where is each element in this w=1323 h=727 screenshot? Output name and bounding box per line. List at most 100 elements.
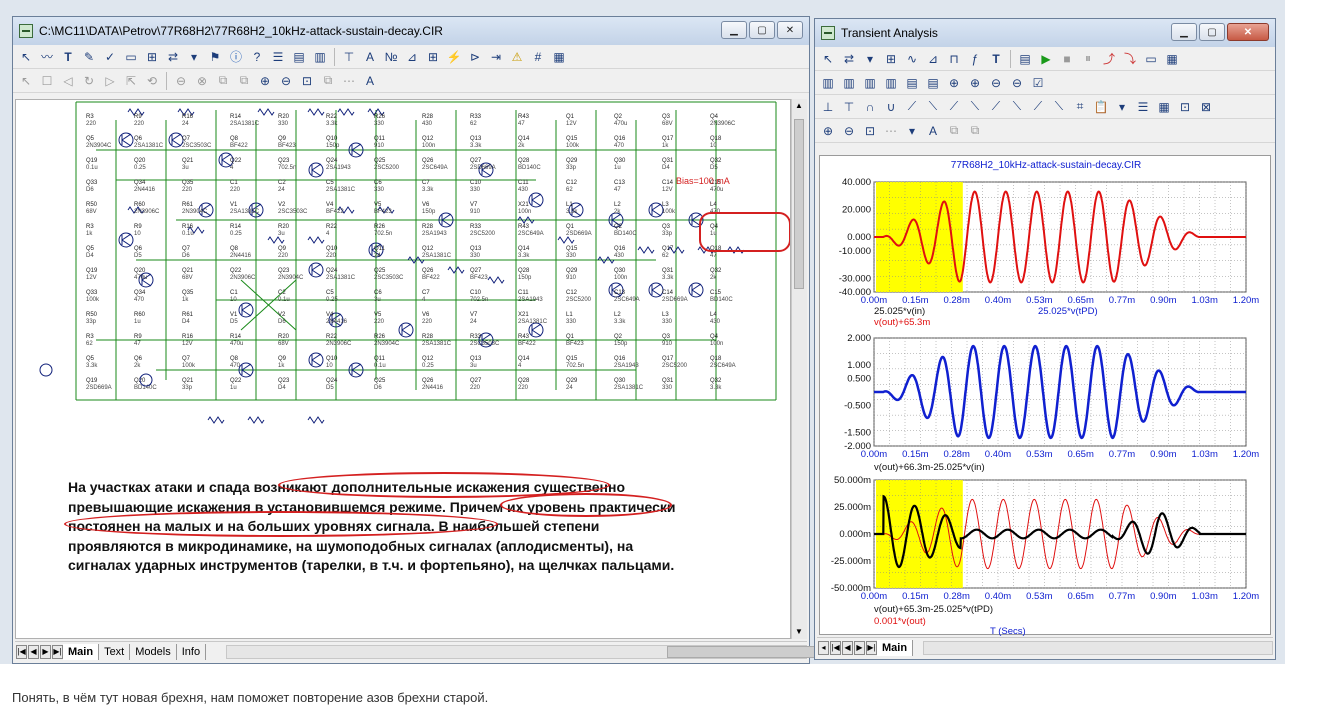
t-table-icon[interactable]: ▦ bbox=[1155, 98, 1173, 116]
t-zoom-icon-2[interactable]: ⊕ bbox=[966, 74, 984, 92]
transient-minimize-button[interactable]: ▁ bbox=[1171, 23, 1197, 41]
t-func-icon[interactable]: ƒ bbox=[966, 50, 984, 68]
t-import-icon[interactable]: ⤵ bbox=[1121, 50, 1139, 68]
pin-icon[interactable]: ⊤ bbox=[340, 48, 358, 66]
grid-text-icon[interactable]: ▤ bbox=[290, 48, 308, 66]
t-valley-icon[interactable]: ∪ bbox=[882, 98, 900, 116]
hierarchy-icon[interactable]: ⇄ bbox=[164, 48, 182, 66]
mirror-icon[interactable]: ◁ bbox=[59, 72, 77, 90]
t-col-icon-4[interactable]: ▥ bbox=[882, 74, 900, 92]
schematic-titlebar[interactable]: C:\MC11\DATA\Petrov\77R68H2\77R68H2_10kH… bbox=[13, 17, 809, 45]
box-icon[interactable]: ☐ bbox=[38, 72, 56, 90]
t-list-icon[interactable]: ☰ bbox=[1134, 98, 1152, 116]
first-tab-button[interactable]: |◀ bbox=[16, 644, 27, 659]
t-hierarchy-icon[interactable]: ⇄ bbox=[840, 50, 858, 68]
cancel-icon[interactable]: ⊗ bbox=[193, 72, 211, 90]
transient-maximize-button[interactable]: ▢ bbox=[1199, 23, 1225, 41]
t-check-icon[interactable]: ☑ bbox=[1029, 74, 1047, 92]
t-slope-icon-4[interactable]: ⟍ bbox=[966, 98, 984, 116]
flag-icon[interactable]: ⚑ bbox=[206, 48, 224, 66]
schematic-horizontal-scrollbar[interactable] bbox=[226, 644, 878, 659]
t-slope-icon-2[interactable]: ⟍ bbox=[924, 98, 942, 116]
step-icon[interactable]: ⇱ bbox=[122, 72, 140, 90]
page-icon[interactable]: ▥ bbox=[311, 48, 329, 66]
tab-text[interactable]: Text bbox=[99, 643, 131, 660]
t-last-tab-button[interactable]: ▶| bbox=[866, 640, 877, 655]
close-button[interactable]: ✕ bbox=[777, 21, 803, 39]
text-tool-icon[interactable]: T bbox=[59, 48, 77, 66]
t-copy-icon[interactable]: ⧉ bbox=[945, 122, 963, 140]
tab-main[interactable]: Main bbox=[63, 643, 100, 660]
copy-icon[interactable]: ⧉ bbox=[214, 72, 232, 90]
pin-connections-icon[interactable]: ⇥ bbox=[487, 48, 505, 66]
zoom-out-icon[interactable]: ⊖ bbox=[277, 72, 295, 90]
tab-info[interactable]: Info bbox=[177, 643, 207, 660]
t-row-icon-2[interactable]: ▤ bbox=[924, 74, 942, 92]
t-first-tab-button[interactable]: |◀ bbox=[830, 640, 841, 655]
node-numbers-icon[interactable]: № bbox=[382, 48, 400, 66]
maximize-button[interactable]: ▢ bbox=[749, 21, 775, 39]
flip-icon[interactable]: ▷ bbox=[101, 72, 119, 90]
t-slope-icon-1[interactable]: ⟋ bbox=[903, 98, 921, 116]
t-fit-icon[interactable]: ⊡ bbox=[1176, 98, 1194, 116]
schematic-canvas[interactable]: R3 220 R9 220 R16 24 R14 2SA1381C R20 330 R22 3.3k R… bbox=[15, 99, 791, 639]
t-next-tab-button[interactable]: ▶ bbox=[854, 640, 865, 655]
t-export-icon[interactable]: ⤴ bbox=[1100, 50, 1118, 68]
t-zoomfit-icon[interactable]: ⊡ bbox=[861, 122, 879, 140]
t-prev-tab-button[interactable]: ◀ bbox=[842, 640, 853, 655]
t-col-icon-3[interactable]: ▥ bbox=[861, 74, 879, 92]
t-zoomin-icon[interactable]: ⊕ bbox=[819, 122, 837, 140]
t-zoom-icon-3[interactable]: ⊖ bbox=[987, 74, 1005, 92]
dots-icon[interactable]: ⋯ bbox=[340, 72, 358, 90]
t-dropdown-icon[interactable]: ▾ bbox=[861, 50, 879, 68]
t-slope-icon-7[interactable]: ⟋ bbox=[1029, 98, 1047, 116]
power-icon[interactable]: ⚡ bbox=[445, 48, 463, 66]
t-zoom-icon-1[interactable]: ⊕ bbox=[945, 74, 963, 92]
info-icon[interactable]: ⓘ bbox=[227, 48, 245, 66]
t-font-icon[interactable]: A bbox=[924, 122, 942, 140]
t-waveform-icon[interactable]: ∿ bbox=[903, 50, 921, 68]
t-window-icon[interactable]: ▭ bbox=[1142, 50, 1160, 68]
currents-icon[interactable]: ⊞ bbox=[424, 48, 442, 66]
attributes-icon[interactable]: ☰ bbox=[269, 48, 287, 66]
t-peak-icon-2[interactable]: ⊤ bbox=[840, 98, 858, 116]
rotate-icon[interactable]: ↻ bbox=[80, 72, 98, 90]
transient-close-button[interactable]: ✕ bbox=[1227, 23, 1269, 41]
minimize-button[interactable]: ▁ bbox=[721, 21, 747, 39]
text-attr-icon[interactable]: A bbox=[361, 48, 379, 66]
t-tab-main[interactable]: Main bbox=[877, 639, 914, 656]
zoom-in-icon[interactable]: ⊕ bbox=[256, 72, 274, 90]
t-zoomout-icon[interactable]: ⊖ bbox=[840, 122, 858, 140]
t-scope-icon[interactable]: ⊞ bbox=[882, 50, 900, 68]
t-dropdown2-icon[interactable]: ▾ bbox=[1113, 98, 1131, 116]
t-col-icon-1[interactable]: ▥ bbox=[819, 74, 837, 92]
wire-icon[interactable]: 〰 bbox=[38, 48, 56, 66]
t-props-icon[interactable]: ▤ bbox=[1016, 50, 1034, 68]
bus-icon[interactable]: ⊞ bbox=[143, 48, 161, 66]
help-icon[interactable]: ? bbox=[248, 48, 266, 66]
t-col-icon-2[interactable]: ▥ bbox=[840, 74, 858, 92]
t-slope-icon-5[interactable]: ⟋ bbox=[987, 98, 1005, 116]
condition-icon[interactable]: ⊳ bbox=[466, 48, 484, 66]
next-tab-button[interactable]: ▶ bbox=[40, 644, 51, 659]
font-icon[interactable]: A bbox=[361, 72, 379, 90]
grid-icon[interactable]: # bbox=[529, 48, 547, 66]
transient-titlebar[interactable]: Transient Analysis ▁ ▢ ✕ bbox=[815, 19, 1275, 47]
t-fft-icon[interactable]: ⊿ bbox=[924, 50, 942, 68]
title-icon[interactable]: ▦ bbox=[550, 48, 568, 66]
t-clipboard-icon[interactable]: 📋 bbox=[1092, 98, 1110, 116]
component-icon[interactable]: ▭ bbox=[122, 48, 140, 66]
t-select-icon[interactable]: ↖ bbox=[819, 50, 837, 68]
tab-models[interactable]: Models bbox=[130, 643, 177, 660]
t-run-icon[interactable]: ▶ bbox=[1037, 50, 1055, 68]
last-tab-button[interactable]: ▶| bbox=[52, 644, 63, 659]
pencil-icon[interactable]: ✎ bbox=[80, 48, 98, 66]
zoom-fit-icon[interactable]: ⊡ bbox=[298, 72, 316, 90]
layers-icon[interactable]: ⧉ bbox=[319, 72, 337, 90]
t-fitx-icon[interactable]: ⊠ bbox=[1197, 98, 1215, 116]
t-dropdown3-icon[interactable]: ▾ bbox=[903, 122, 921, 140]
t-scroll-left[interactable]: ◂ bbox=[818, 640, 829, 655]
t-zoom-icon-4[interactable]: ⊖ bbox=[1008, 74, 1026, 92]
paste-icon[interactable]: ⧉ bbox=[235, 72, 253, 90]
t-tile-icon[interactable]: ▦ bbox=[1163, 50, 1181, 68]
